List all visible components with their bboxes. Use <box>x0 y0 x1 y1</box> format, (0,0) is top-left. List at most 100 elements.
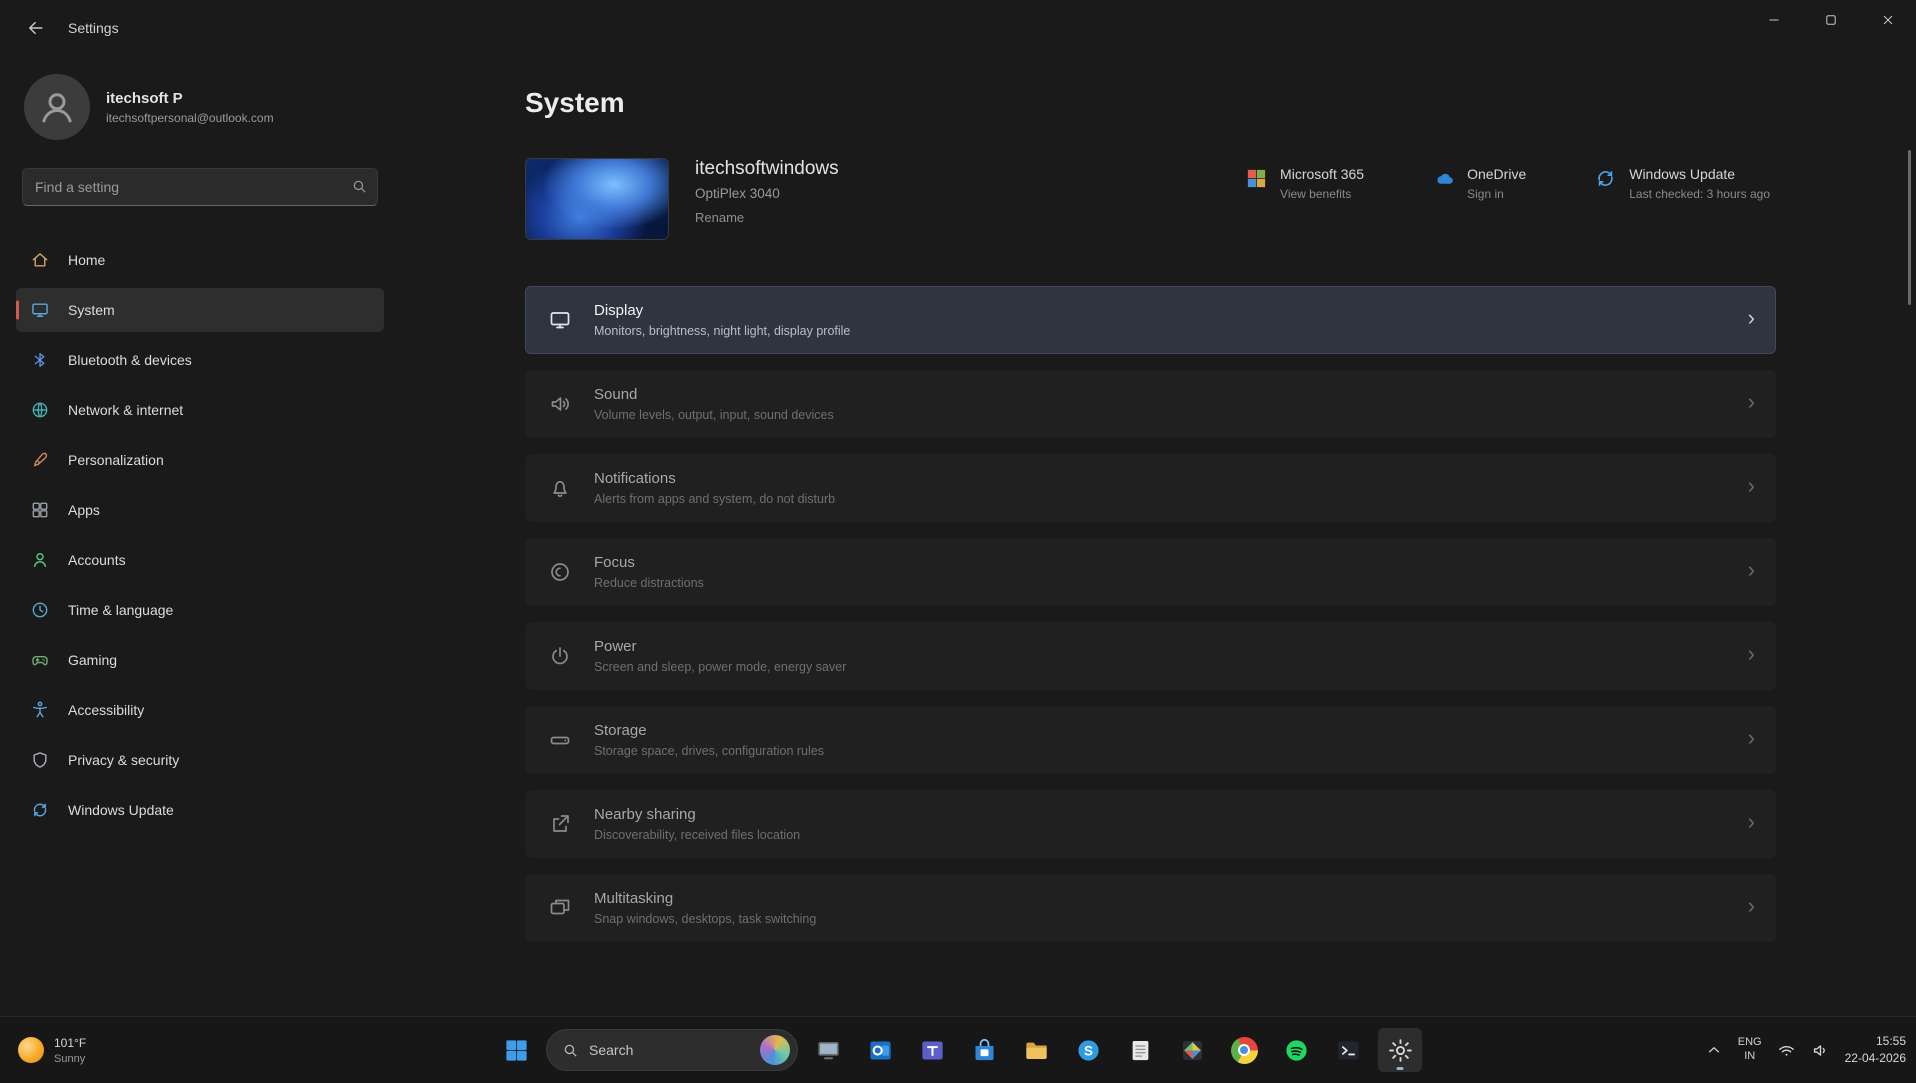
taskbar-teams-button[interactable] <box>910 1028 954 1072</box>
chevron-right-icon: › <box>1748 811 1755 837</box>
sidebar-item-privacy-security[interactable]: Privacy & security <box>16 738 384 782</box>
device-header: itechsoftwindows OptiPlex 3040 Rename Mi… <box>525 158 1776 240</box>
settings-row-sound[interactable]: SoundVolume levels, output, input, sound… <box>525 370 1776 438</box>
taskbar-spotify-button[interactable] <box>1274 1028 1318 1072</box>
weather-widget[interactable]: 101°F Sunny <box>10 1017 94 1083</box>
sidebar-item-bluetooth-devices[interactable]: Bluetooth & devices <box>16 338 384 382</box>
close-button[interactable] <box>1859 0 1916 40</box>
sidebar-item-label: Bluetooth & devices <box>68 352 192 368</box>
bluetooth-icon <box>30 350 50 370</box>
settings-row-notifications[interactable]: NotificationsAlerts from apps and system… <box>525 454 1776 522</box>
quicklink-onedrive[interactable]: OneDriveSign in <box>1432 166 1526 201</box>
volume-icon[interactable] <box>1811 1041 1830 1060</box>
taskbar-terminal-button[interactable] <box>1326 1028 1370 1072</box>
wifi-icon[interactable] <box>1777 1041 1796 1060</box>
minimize-icon <box>1768 14 1780 26</box>
apps-icon <box>30 500 50 520</box>
row-title: Notifications <box>594 470 835 487</box>
maximize-button[interactable] <box>1802 0 1859 40</box>
search-icon <box>562 1042 579 1059</box>
sidebar-item-accessibility[interactable]: Accessibility <box>16 688 384 732</box>
focus-icon <box>548 560 572 584</box>
device-model: OptiPlex 3040 <box>695 186 839 201</box>
back-button[interactable] <box>18 10 54 46</box>
privacy-icon <box>30 750 50 770</box>
sidebar-item-personalization[interactable]: Personalization <box>16 438 384 482</box>
taskbar-photos-button[interactable] <box>1170 1028 1214 1072</box>
window-title: Settings <box>68 20 119 36</box>
row-subtitle: Screen and sleep, power mode, energy sav… <box>594 660 846 674</box>
update-icon <box>1594 167 1617 190</box>
settings-row-power[interactable]: PowerScreen and sleep, power mode, energ… <box>525 622 1776 690</box>
chevron-right-icon: › <box>1748 643 1755 669</box>
row-subtitle: Storage space, drives, configuration rul… <box>594 744 824 758</box>
device-info: itechsoftwindows OptiPlex 3040 Rename <box>695 158 839 225</box>
search-input[interactable] <box>22 168 378 206</box>
sidebar-item-gaming[interactable]: Gaming <box>16 638 384 682</box>
scrollbar[interactable] <box>1908 150 1911 305</box>
windows-logo-icon <box>503 1037 530 1064</box>
sidebar-item-windows-update[interactable]: Windows Update <box>16 788 384 832</box>
settings-row-storage[interactable]: Storage Storage space, drives, configurat… <box>525 706 1776 774</box>
settings-row-multitasking[interactable]: MultitaskingSnap windows, desktops, task… <box>525 874 1776 942</box>
power-icon <box>548 644 572 668</box>
start-button[interactable] <box>494 1028 538 1072</box>
sidebar-nav: Home System Bluetooth & devices Network & i… <box>16 238 384 832</box>
sidebar-item-time-language[interactable]: Time & language <box>16 588 384 632</box>
row-title: Storage <box>594 722 824 739</box>
quicklink-microsoft-365[interactable]: Microsoft 365View benefits <box>1245 166 1364 201</box>
update-icon <box>30 800 50 820</box>
sidebar-item-home[interactable]: Home <box>16 238 384 282</box>
storage-icon <box>548 728 572 752</box>
tray-date: 22-04-2026 <box>1845 1050 1906 1067</box>
tray-overflow-button[interactable] <box>1705 1041 1723 1059</box>
taskbar-search[interactable]: Search <box>546 1029 798 1071</box>
taskbar-chrome-button[interactable] <box>1222 1028 1266 1072</box>
rename-button[interactable]: Rename <box>695 210 839 225</box>
network-icon <box>30 400 50 420</box>
row-title: Focus <box>594 554 704 571</box>
settings-row-display[interactable]: DisplayMonitors, brightness, night light… <box>525 286 1776 354</box>
page-title: System <box>525 86 1916 120</box>
row-subtitle: Snap windows, desktops, task switching <box>594 912 816 926</box>
main-content: System itechsoftwindows OptiPlex 3040 Re… <box>400 56 1916 1017</box>
taskbar-file-explorer-button[interactable] <box>1014 1028 1058 1072</box>
home-icon <box>30 250 50 270</box>
clock[interactable]: 15:55 22-04-2026 <box>1845 1033 1906 1067</box>
taskbar-store-button[interactable] <box>962 1028 1006 1072</box>
sidebar-item-apps[interactable]: Apps <box>16 488 384 532</box>
notifications-icon <box>548 476 572 500</box>
taskbar-center: Search S <box>494 1017 1422 1083</box>
settings-row-nearby-sharing[interactable]: Nearby sharing Discoverability, received … <box>525 790 1776 858</box>
quicklink-title: Microsoft 365 <box>1280 166 1364 182</box>
teams-icon <box>919 1037 946 1064</box>
sidebar-item-label: Gaming <box>68 652 117 668</box>
store-icon <box>971 1037 998 1064</box>
sidebar-item-system[interactable]: System <box>16 288 384 332</box>
quicklinks: Microsoft 365View benefits OneDriveSign i… <box>1245 166 1776 201</box>
taskbar-notepad-button[interactable] <box>1118 1028 1162 1072</box>
taskbar-settings-button[interactable] <box>1378 1028 1422 1072</box>
taskbar-skype-button[interactable]: S <box>1066 1028 1110 1072</box>
settings-row-focus[interactable]: FocusReduce distractions› <box>525 538 1776 606</box>
sidebar-item-label: Network & internet <box>68 402 183 418</box>
taskbar-pc-button[interactable] <box>806 1028 850 1072</box>
skype-icon: S <box>1075 1037 1102 1064</box>
minimize-button[interactable] <box>1745 0 1802 40</box>
ms-logo-icon <box>1245 167 1268 190</box>
device-name: itechsoftwindows <box>695 158 839 180</box>
language-indicator[interactable]: ENG IN <box>1738 1036 1762 1064</box>
taskbar-outlook-button[interactable] <box>858 1028 902 1072</box>
language-code: ENG <box>1738 1036 1762 1050</box>
window-controls <box>1745 0 1916 40</box>
sidebar: itechsoft P itechsoftpersonal@outlook.co… <box>0 56 400 1017</box>
row-title: Display <box>594 302 850 319</box>
sidebar-item-accounts[interactable]: Accounts <box>16 538 384 582</box>
sidebar-item-label: Time & language <box>68 602 173 618</box>
row-subtitle: Discoverability, received files location <box>594 828 800 842</box>
sidebar-item-network-internet[interactable]: Network & internet <box>16 388 384 432</box>
row-title: Nearby sharing <box>594 806 800 823</box>
quicklink-windows-update[interactable]: Windows UpdateLast checked: 3 hours ago <box>1594 166 1770 201</box>
account-profile[interactable]: itechsoft P itechsoftpersonal@outlook.co… <box>24 74 384 140</box>
accounts-icon <box>30 550 50 570</box>
